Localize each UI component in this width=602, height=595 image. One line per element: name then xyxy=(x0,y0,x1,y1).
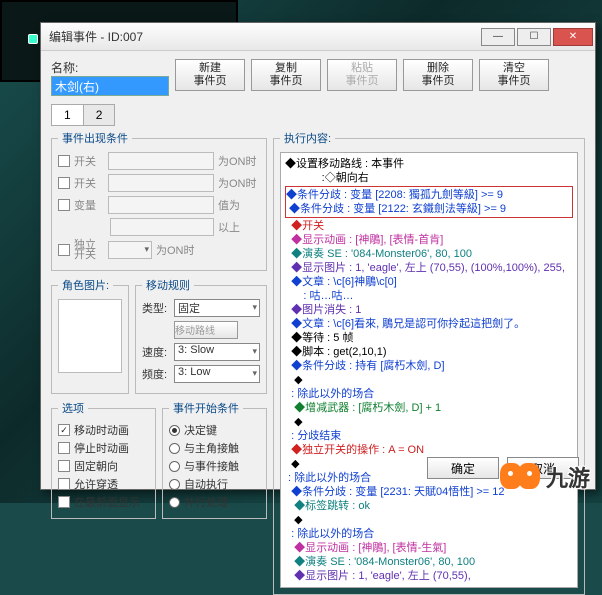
cond-switch2-label: 开关 xyxy=(74,175,104,191)
startcond-fieldset: 事件开始条件 决定键 与主角接触 与事件接触 自动执行 并行处理 xyxy=(162,400,267,519)
freq-select[interactable]: 3: Low▾ xyxy=(174,365,260,383)
minimize-button[interactable]: — xyxy=(481,28,515,46)
cond-var-value[interactable] xyxy=(110,218,214,236)
new-page-button[interactable]: 新建 事件页 xyxy=(175,59,245,91)
cond-switch2-cb[interactable] xyxy=(58,177,70,189)
startcond-legend: 事件开始条件 xyxy=(169,400,243,416)
charpic-legend: 角色图片: xyxy=(58,277,113,293)
opt-through[interactable]: 允许穿透 xyxy=(58,476,149,492)
cond-selfsw-label: 独立 开关 xyxy=(74,240,104,260)
paste-page-button[interactable]: 粘贴 事件页 xyxy=(327,59,397,91)
tab-2[interactable]: 2 xyxy=(83,104,116,126)
command-list[interactable]: ◆设置移动路线 : 本事件 :◇朝向右◆条件分歧 : 变量 [2208: 獨孤九… xyxy=(280,152,578,588)
cond-var-cb[interactable] xyxy=(58,199,70,211)
chevron-down-icon: ▾ xyxy=(252,302,257,313)
checkbox-icon xyxy=(58,478,70,490)
moverule-fieldset: 移动规则 类型: 固定▾ 移动路线 速度: 3: Slow▾ 频度: 3: L xyxy=(135,277,267,394)
watermark: 九游 xyxy=(500,457,590,497)
moverule-legend: 移动规则 xyxy=(142,277,194,293)
toolbar: 名称: 新建 事件页 复制 事件页 粘贴 事件页 删除 事件页 清空 事件页 xyxy=(41,51,595,100)
page-tabs: 1 2 xyxy=(51,104,585,126)
chevron-down-icon: ▾ xyxy=(252,368,257,379)
exec-fieldset: 执行内容: ◆设置移动路线 : 本事件 :◇朝向右◆条件分歧 : 变量 [220… xyxy=(273,130,585,595)
opt-ontop[interactable]: 在最前面显示 xyxy=(58,494,149,510)
options-legend: 选项 xyxy=(58,400,88,416)
cond-selfsw-suffix: 为ON时 xyxy=(156,242,198,258)
radio-icon xyxy=(169,497,180,508)
chevron-down-icon: ▾ xyxy=(252,346,257,357)
charpic-fieldset: 角色图片: xyxy=(51,277,129,394)
event-marker xyxy=(28,34,38,44)
checkbox-icon xyxy=(58,424,70,436)
cond-selfsw-cb[interactable] xyxy=(58,244,70,256)
copy-page-button[interactable]: 复制 事件页 xyxy=(251,59,321,91)
cond-var-field[interactable] xyxy=(108,196,214,214)
conditions-fieldset: 事件出现条件 开关 为ON时 开关 为ON时 变量 值为 xyxy=(51,130,267,271)
conditions-legend: 事件出现条件 xyxy=(58,130,132,146)
cond-var-suffix: 值为 xyxy=(218,197,260,213)
opt-fix-dir[interactable]: 固定朝向 xyxy=(58,458,149,474)
trigger-event-touch[interactable]: 与事件接触 xyxy=(169,458,260,474)
checkbox-icon xyxy=(58,496,70,508)
opt-walk-anim[interactable]: 移动时动画 xyxy=(58,422,149,438)
cond-switch1-field[interactable] xyxy=(108,152,214,170)
delete-page-button[interactable]: 删除 事件页 xyxy=(403,59,473,91)
speed-label: 速度: xyxy=(142,344,170,360)
speed-select[interactable]: 3: Slow▾ xyxy=(174,343,260,361)
movetype-select[interactable]: 固定▾ xyxy=(174,299,260,317)
radio-icon xyxy=(169,461,180,472)
exec-legend: 执行内容: xyxy=(280,130,335,146)
cond-switch1-suffix: 为ON时 xyxy=(218,153,260,169)
clear-page-button[interactable]: 清空 事件页 xyxy=(479,59,549,91)
edit-event-dialog: 编辑事件 - ID:007 — ☐ ✕ 名称: 新建 事件页 复制 事件页 粘贴… xyxy=(40,22,596,490)
radio-icon xyxy=(169,443,180,454)
freq-label: 频度: xyxy=(142,366,170,382)
tab-1[interactable]: 1 xyxy=(51,104,84,126)
cond-var-gte: 以上 xyxy=(218,219,260,235)
cond-var-label: 变量 xyxy=(74,197,104,213)
name-label: 名称: xyxy=(51,59,169,76)
cond-switch2-suffix: 为ON时 xyxy=(218,175,260,191)
options-fieldset: 选项 移动时动画 停止时动画 固定朝向 允许穿透 在最前面显示 xyxy=(51,400,156,519)
trigger-player-touch[interactable]: 与主角接触 xyxy=(169,440,260,456)
movetype-label: 类型: xyxy=(142,300,170,316)
close-button[interactable]: ✕ xyxy=(553,28,593,46)
maximize-button[interactable]: ☐ xyxy=(517,28,551,46)
moveroute-button[interactable]: 移动路线 xyxy=(174,321,238,339)
name-input[interactable] xyxy=(51,76,169,96)
cond-switch1-label: 开关 xyxy=(74,153,104,169)
trigger-parallel[interactable]: 并行处理 xyxy=(169,494,260,510)
chevron-down-icon: ▾ xyxy=(144,244,149,255)
titlebar[interactable]: 编辑事件 - ID:007 — ☐ ✕ xyxy=(41,23,595,51)
cond-selfsw-dd[interactable]: ▾ xyxy=(108,241,152,259)
radio-icon xyxy=(169,479,180,490)
brand-icon xyxy=(500,457,540,497)
ok-button[interactable]: 确定 xyxy=(427,457,499,479)
checkbox-icon xyxy=(58,442,70,454)
opt-stop-anim[interactable]: 停止时动画 xyxy=(58,440,149,456)
cond-switch2-field[interactable] xyxy=(108,174,214,192)
cond-switch1-cb[interactable] xyxy=(58,155,70,167)
radio-icon xyxy=(169,425,180,436)
trigger-action[interactable]: 决定键 xyxy=(169,422,260,438)
character-graphic[interactable] xyxy=(58,299,122,373)
checkbox-icon xyxy=(58,460,70,472)
trigger-auto[interactable]: 自动执行 xyxy=(169,476,260,492)
brand-text: 九游 xyxy=(546,461,590,493)
dialog-title: 编辑事件 - ID:007 xyxy=(49,28,143,45)
